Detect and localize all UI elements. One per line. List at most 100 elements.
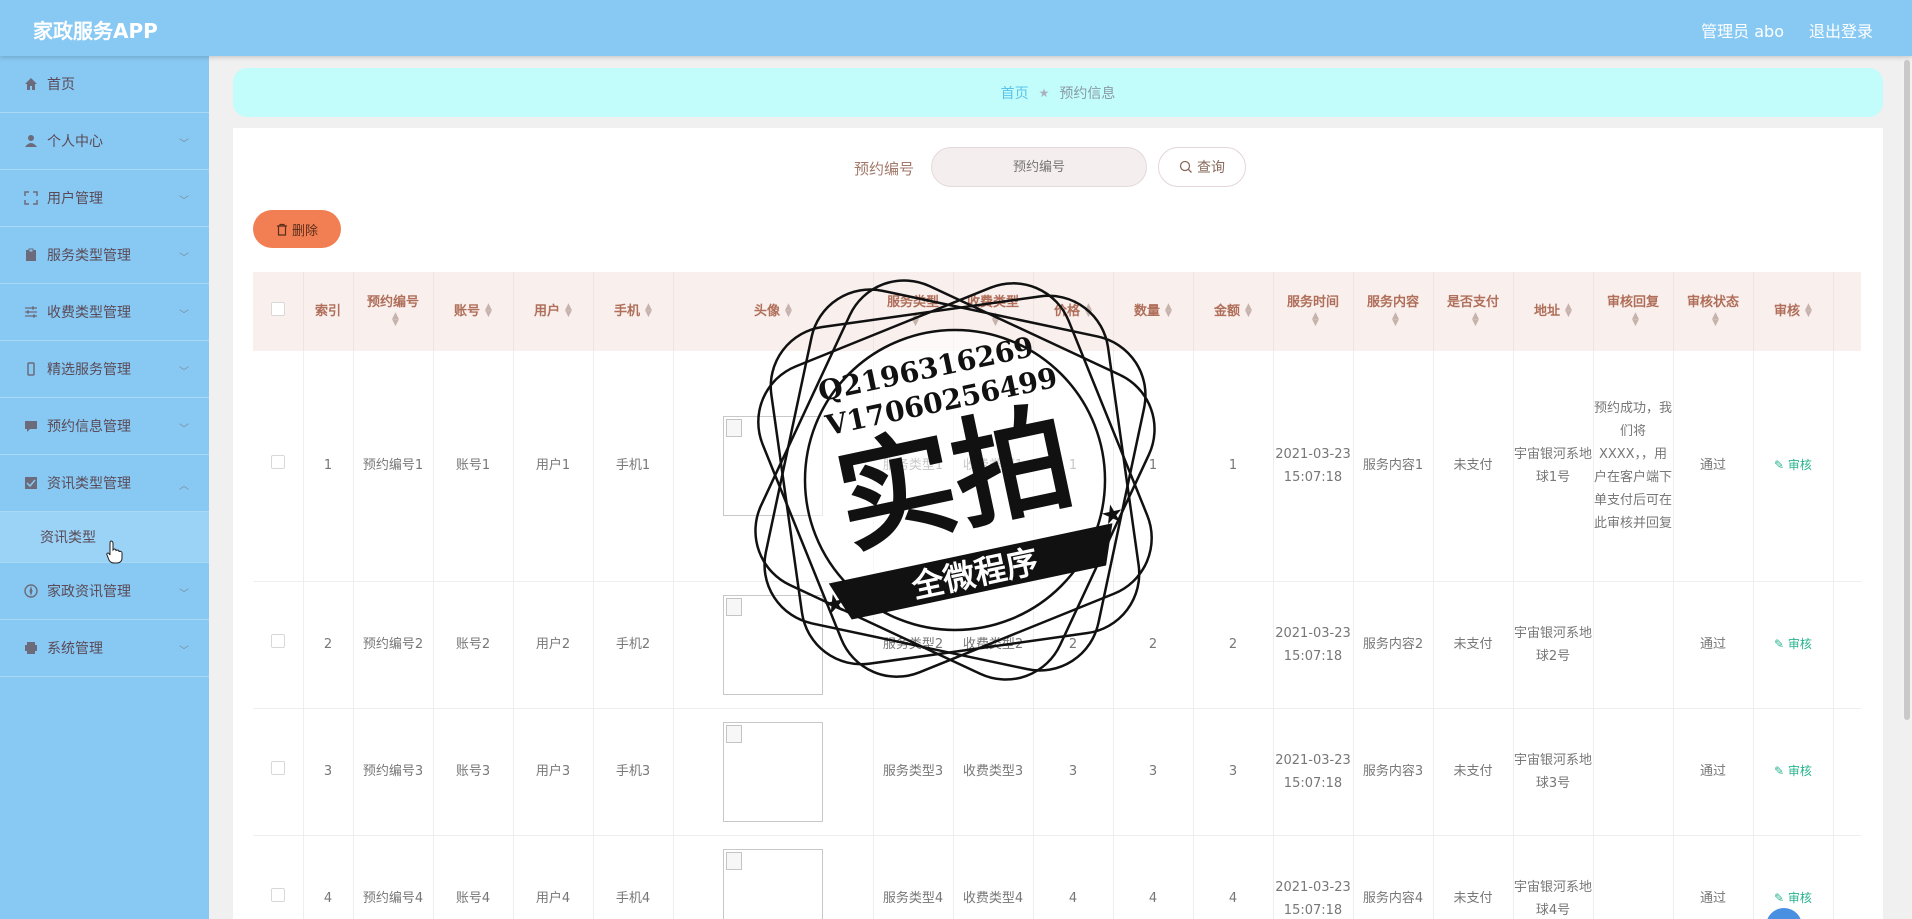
- column-header[interactable]: 是否支付 ▲ ▼: [1433, 272, 1514, 351]
- sidebar-item-label: 收费类型管理: [47, 305, 131, 321]
- table-row[interactable]: 3 预约编号3 账号3 用户3 手机3 服务类型3 收费类型3 3 3 3 20…: [253, 708, 1861, 836]
- sidebar-item-home[interactable]: 首页: [0, 56, 209, 113]
- cell-service-time: 2021-03-23 15:07:18: [1273, 708, 1354, 836]
- sort-icon[interactable]: ▲ ▼: [1472, 312, 1479, 328]
- sidebar-item-news-type[interactable]: 资讯类型管理 ︿: [0, 455, 209, 512]
- sort-icon[interactable]: ▲ ▼: [785, 303, 792, 319]
- column-header[interactable]: 审核状态 ▲ ▼: [1673, 272, 1754, 351]
- sort-icon[interactable]: ▲ ▼: [1632, 312, 1639, 328]
- sidebar-item-housekeeping-news[interactable]: 家政资讯管理 ﹀: [0, 563, 209, 620]
- sort-icon[interactable]: ▲ ▼: [392, 312, 399, 328]
- column-header[interactable]: 服务内容 ▲ ▼: [1353, 272, 1434, 351]
- sort-icon[interactable]: ▲ ▼: [565, 303, 572, 319]
- sort-icon[interactable]: ▲ ▼: [485, 303, 492, 319]
- row-checkbox[interactable]: [270, 761, 285, 775]
- cell-address: 宇宙银河系地球2号: [1513, 581, 1594, 709]
- column-header[interactable]: 服务类型 ▲ ▼: [873, 272, 954, 351]
- sort-icon[interactable]: ▲ ▼: [912, 312, 919, 328]
- sort-icon[interactable]: ▲ ▼: [1312, 312, 1319, 328]
- column-header[interactable]: 审核回复 ▲ ▼: [1593, 272, 1674, 351]
- table-row[interactable]: 4 预约编号4 账号4 用户4 手机4 服务类型4 收费类型4 4 4 4 20…: [253, 835, 1861, 919]
- cell-reply: [1593, 581, 1674, 709]
- column-header[interactable]: 服务时间 ▲ ▼: [1273, 272, 1354, 351]
- row-checkbox[interactable]: [270, 634, 285, 648]
- sidebar-item-appointment[interactable]: 预约信息管理 ﹀: [0, 398, 209, 455]
- cell-paid: 未支付: [1433, 708, 1514, 836]
- column-header[interactable]: 数量 ▲ ▼: [1113, 272, 1194, 351]
- search-button-label: 查询: [1197, 160, 1225, 176]
- sidebar-subitem-news-type[interactable]: 资讯类型: [0, 512, 209, 563]
- cell-price: 2: [1033, 581, 1114, 709]
- cell-price: 4: [1033, 835, 1114, 919]
- cell-account: 账号3: [433, 708, 514, 836]
- sidebar-item-label: 系统管理: [47, 641, 103, 657]
- sort-icon[interactable]: ▲ ▼: [1165, 303, 1172, 319]
- select-all-checkbox[interactable]: [270, 301, 285, 316]
- sidebar-item-fee-type[interactable]: 收费类型管理 ﹀: [0, 284, 209, 341]
- table-header-row: 索引 预约编号 ▲ ▼ 账号 ▲ ▼ 用户 ▲ ▼ 手机 ▲ ▼ 头像 ▲ ▼ 服务类型 ▲ ▼ 收费类…: [253, 272, 1861, 351]
- breadcrumb-home[interactable]: 首页: [1001, 83, 1029, 103]
- column-header[interactable]: 手机 ▲ ▼: [593, 272, 674, 351]
- chevron-down-icon: ﹀: [179, 646, 189, 657]
- delete-button[interactable]: 删除: [253, 210, 341, 248]
- row-checkbox[interactable]: [270, 888, 285, 902]
- sort-icon[interactable]: ▲ ▼: [1712, 312, 1719, 328]
- sort-icon[interactable]: ▲ ▼: [1805, 303, 1812, 319]
- cell-quantity: 3: [1113, 708, 1194, 836]
- column-header[interactable]: 价格 ▲ ▼: [1033, 272, 1114, 351]
- compass-icon: [23, 583, 39, 599]
- audit-button[interactable]: ✎ 审核: [1774, 458, 1812, 472]
- column-header[interactable]: 收费类型 ▲ ▼: [953, 272, 1034, 351]
- sidebar-item-label: 预约信息管理: [47, 419, 131, 435]
- sort-icon[interactable]: ▲ ▼: [1085, 303, 1092, 319]
- cell-address: 宇宙银河系地球4号: [1513, 835, 1594, 919]
- column-header[interactable]: 审核 ▲ ▼: [1753, 272, 1834, 351]
- logout-button[interactable]: 退出登录: [1809, 18, 1873, 42]
- cell-index: 4: [303, 835, 354, 919]
- row-checkbox[interactable]: [270, 455, 285, 470]
- cell-phone: 手机3: [593, 708, 674, 836]
- search-button[interactable]: 查询: [1158, 147, 1246, 187]
- printer-icon: [23, 640, 39, 656]
- cell-status: 通过: [1673, 835, 1754, 919]
- sort-icon[interactable]: ▲ ▼: [645, 303, 652, 319]
- cell-service-type: 服务类型3: [873, 708, 954, 836]
- column-header[interactable]: 预约编号 ▲ ▼: [353, 272, 434, 351]
- hand-cursor-icon: [106, 540, 123, 564]
- column-header[interactable]: 地址 ▲ ▼: [1513, 272, 1594, 351]
- sidebar-item-system[interactable]: 系统管理 ﹀: [0, 620, 209, 677]
- audit-button[interactable]: ✎ 审核: [1774, 891, 1812, 905]
- sort-icon[interactable]: ▲ ▼: [1392, 312, 1399, 328]
- cell-quantity: 1: [1113, 351, 1194, 582]
- cell-paid: 未支付: [1433, 581, 1514, 709]
- column-header[interactable]: 账号 ▲ ▼: [433, 272, 514, 351]
- sidebar-item-user-management[interactable]: 用户管理 ﹀: [0, 170, 209, 227]
- sidebar-item-service-type[interactable]: 服务类型管理 ﹀: [0, 227, 209, 284]
- cell-amount: 4: [1193, 835, 1274, 919]
- sidebar-item-featured-service[interactable]: 精选服务管理 ﹀: [0, 341, 209, 398]
- cell-service-time: 2021-03-23 15:07:18: [1273, 835, 1354, 919]
- audit-button[interactable]: ✎ 审核: [1774, 637, 1812, 651]
- cell-status: 通过: [1673, 708, 1754, 836]
- cell-phone: 手机2: [593, 581, 674, 709]
- column-header: 索引: [303, 272, 354, 351]
- sidebar-item-label: 精选服务管理: [47, 362, 131, 378]
- scrollbar-thumb[interactable]: [1904, 60, 1910, 720]
- sort-icon[interactable]: ▲ ▼: [1565, 303, 1572, 319]
- cell-reply: 预约成功，我们将XXXX，，用户在客户端下单支付后可在此审核并回复: [1593, 351, 1674, 582]
- cell-paid: 未支付: [1433, 835, 1514, 919]
- cell-amount: 2: [1193, 581, 1274, 709]
- audit-button[interactable]: ✎ 审核: [1774, 764, 1812, 778]
- sidebar-item-personal-center[interactable]: 个人中心 ﹀: [0, 113, 209, 170]
- table-row[interactable]: 2 预约编号2 账号2 用户2 手机2 服务类型2 收费类型2 2 2 2 20…: [253, 581, 1861, 709]
- cell-user: 用户3: [513, 708, 594, 836]
- search-input[interactable]: [931, 147, 1147, 187]
- sort-icon[interactable]: ▲ ▼: [1245, 303, 1252, 319]
- table-row[interactable]: 1 预约编号1 账号1 用户1 手机1 服务类型1 收费类型1 1 1 1 20…: [253, 351, 1861, 582]
- column-header[interactable]: 用户 ▲ ▼: [513, 272, 594, 351]
- column-header[interactable]: 金额 ▲ ▼: [1193, 272, 1274, 351]
- cell-phone: 手机1: [593, 351, 674, 582]
- expand-icon: [23, 190, 39, 206]
- sort-icon[interactable]: ▲ ▼: [992, 312, 999, 328]
- column-header[interactable]: 头像 ▲ ▼: [673, 272, 874, 351]
